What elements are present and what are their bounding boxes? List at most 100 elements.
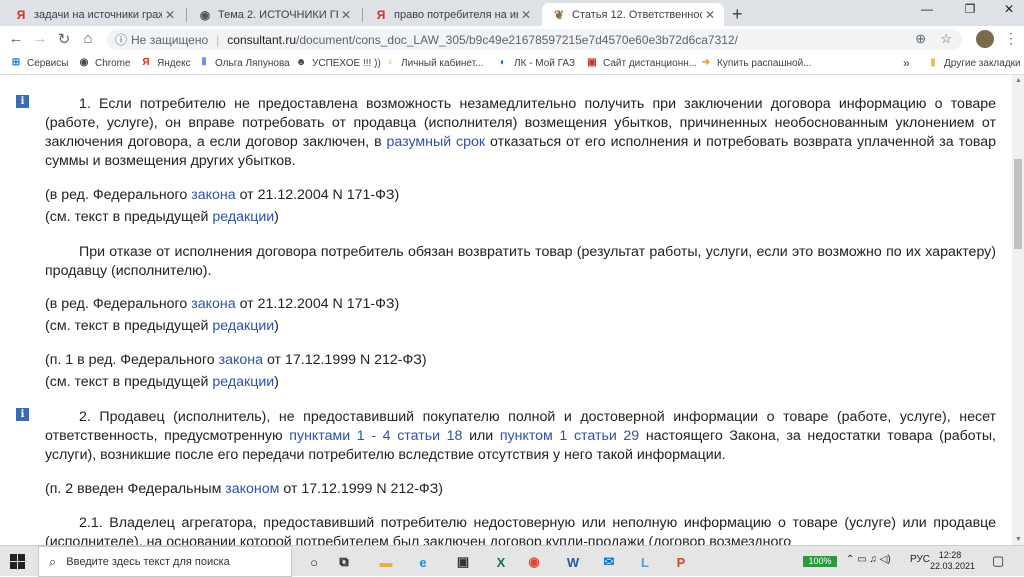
star-icon[interactable]: ☆ <box>940 31 952 47</box>
bookmark-label: Яндекс <box>157 57 191 69</box>
reload-button[interactable]: ↻ <box>54 30 74 48</box>
bookmark-chrome[interactable]: ◉ Chrome <box>78 57 131 69</box>
tray-icons[interactable]: ⌃ ▭ ♫ ◁) <box>846 554 891 565</box>
paragraph-1: 1. Если потребителю не предоставлена воз… <box>45 95 996 171</box>
address-bar[interactable]: ⓘ Не защищено | consultant.ru /document/… <box>107 29 962 50</box>
user-icon: ☻ <box>295 57 307 68</box>
scrollbar[interactable]: ▲ ▼ <box>1012 75 1024 545</box>
bookmarks-overflow[interactable]: » <box>903 56 910 70</box>
tab-title: право потребителя на информ <box>394 8 518 21</box>
close-tab-icon[interactable]: ✕ <box>338 8 354 22</box>
warning-icon[interactable]: ⓘ <box>115 31 127 48</box>
zoom-icon[interactable]: ⊕ <box>915 31 926 47</box>
security-label[interactable]: Не защищено <box>131 33 208 47</box>
url-host: consultant.ru <box>227 32 296 47</box>
new-tab-button[interactable]: + <box>732 4 743 25</box>
bookmark-gas[interactable]: ◐ ЛК - Мой ГАЗ <box>497 57 575 69</box>
tab-title: Статья 12. Ответственность изго <box>572 8 702 21</box>
windows-start-icon[interactable] <box>10 554 26 570</box>
bookmark-success[interactable]: ☻ УСПЕХОЕ !!! )) <box>295 57 381 69</box>
tab-title: Тема 2. ИСТОЧНИКИ ГРАЖДАН <box>218 8 338 21</box>
home-button[interactable]: ⌂ <box>78 30 98 47</box>
see-previous-1: (см. текст в предыдущей редакции) <box>45 208 996 227</box>
bookmark-services[interactable]: ⊞ Сервисы <box>10 57 69 69</box>
close-tab-icon[interactable]: ✕ <box>702 8 718 22</box>
bookmark-label: УСПЕХОЕ !!! )) <box>312 57 381 69</box>
store-icon[interactable]: ▣ <box>452 551 474 573</box>
article-29-link[interactable]: пунктом 1 статьи 29 <box>500 428 639 444</box>
minimize-button[interactable]: — <box>912 2 942 16</box>
close-tab-icon[interactable]: ✕ <box>162 8 178 22</box>
gas-icon: ◐ <box>499 57 507 68</box>
globe-icon: ◉ <box>199 7 211 22</box>
excel-icon[interactable]: X <box>490 551 512 573</box>
law-link[interactable]: закона <box>219 352 263 368</box>
chrome-icon[interactable]: ◉ <box>523 551 545 573</box>
law-link[interactable]: закона <box>191 187 235 203</box>
reasonable-term-link[interactable]: разумный срок <box>387 134 486 150</box>
battery-indicator[interactable]: 100% <box>803 556 837 567</box>
bookmark-label: Другие закладки <box>944 57 1021 69</box>
article-18-link[interactable]: пунктами 1 - 4 статьи 18 <box>289 428 462 444</box>
scroll-up-icon[interactable]: ▲ <box>1015 77 1022 84</box>
menu-icon[interactable]: ⋮ <box>1004 30 1018 47</box>
task-view-icon[interactable]: ⧉ <box>333 551 355 573</box>
bookmark-label: Личный кабинет... <box>401 57 484 69</box>
bookmark-yandex[interactable]: Я Яндекс <box>140 57 191 69</box>
tab-yandex-tasks[interactable]: Я задачи на источники граждан ✕ <box>4 3 184 26</box>
close-tab-icon[interactable]: ✕ <box>518 8 534 22</box>
scrollbar-thumb[interactable] <box>1014 159 1022 249</box>
back-button[interactable]: ← <box>6 30 26 47</box>
scroll-down-icon[interactable]: ▼ <box>1015 536 1022 543</box>
url-path: /document/cons_doc_LAW_305/b9c49e2167859… <box>296 32 738 47</box>
document-body: i 1. Если потребителю не предоставлена в… <box>0 75 1012 545</box>
text: (п. 2 введен Федеральным <box>45 481 226 497</box>
info-icon[interactable]: i <box>16 95 29 108</box>
profile-avatar[interactable] <box>976 30 994 48</box>
cortana-icon[interactable]: ○ <box>303 551 325 573</box>
apps-icon: ⊞ <box>11 57 21 68</box>
forward-button[interactable]: → <box>30 30 50 47</box>
word-icon[interactable]: W <box>562 551 584 573</box>
text: ) <box>274 318 279 334</box>
introduced-note: (п. 2 введен Федеральным законом от 17.1… <box>45 480 996 499</box>
app-l-icon[interactable]: L <box>634 551 656 573</box>
bookmarks-bar: ⊞ Сервисы ◉ Chrome Я Яндекс Ⅱ Ольга Ляпунова… <box>0 53 1024 75</box>
edition-link[interactable]: редакции <box>212 209 274 225</box>
chrome-icon: ◉ <box>79 57 89 68</box>
file-explorer-icon[interactable]: ▬ <box>375 551 397 573</box>
taskbar-search[interactable]: ⌕ Введите здесь текст для поиска <box>38 546 292 577</box>
notification-icon[interactable]: ▢ <box>992 553 1004 569</box>
tab-theme-2[interactable]: ◉ Тема 2. ИСТОЧНИКИ ГРАЖДАН ✕ <box>188 3 360 26</box>
law-link[interactable]: закона <box>191 296 235 312</box>
consultant-icon: ❦ <box>553 7 565 22</box>
yandex-icon: Я <box>16 7 26 22</box>
info-icon[interactable]: i <box>16 408 29 421</box>
bookmark-personal-cabinet[interactable]: ♀ Личный кабинет... <box>384 57 483 69</box>
bookmark-buy[interactable]: ➜ Купить распашной... <box>700 57 812 69</box>
tab-consumer-rights[interactable]: Я право потребителя на информ ✕ <box>364 3 540 26</box>
bookmark-other[interactable]: ▮ Другие закладки <box>927 57 1021 69</box>
edition-link[interactable]: редакции <box>212 374 274 390</box>
powerpoint-icon[interactable]: P <box>670 551 692 573</box>
language-indicator[interactable]: РУС <box>910 554 930 565</box>
tab-article-12[interactable]: ❦ Статья 12. Ответственность изго ✕ <box>542 3 724 26</box>
paragraph-3: 2. Продавец (исполнитель), не предостави… <box>45 408 996 465</box>
tab-title: задачи на источники граждан <box>34 8 162 21</box>
address-separator: | <box>216 32 220 47</box>
outlook-icon[interactable]: ✉ <box>598 551 620 573</box>
person-icon: ♀ <box>386 57 394 68</box>
yandex-icon: Я <box>142 57 150 68</box>
bookmark-label: Сайт дистанционн... <box>603 57 698 69</box>
bookmark-olga[interactable]: Ⅱ Ольга Ляпунова <box>198 57 290 69</box>
bookmark-distance-site[interactable]: ▣ Сайт дистанционн... <box>586 57 697 69</box>
text: ) <box>274 374 279 390</box>
law-link[interactable]: законом <box>225 481 279 497</box>
edge-icon[interactable]: e <box>412 551 434 573</box>
bookmark-label: Купить распашной... <box>717 57 812 69</box>
toolbar: ← → ↻ ⌂ ⓘ Не защищено | consultant.ru /d… <box>0 26 1024 53</box>
maximize-button[interactable]: ❐ <box>955 2 985 16</box>
close-window-button[interactable]: ✕ <box>994 2 1024 16</box>
clock[interactable]: 12:28 22.03.2021 <box>930 550 975 572</box>
edition-link[interactable]: редакции <box>212 318 274 334</box>
